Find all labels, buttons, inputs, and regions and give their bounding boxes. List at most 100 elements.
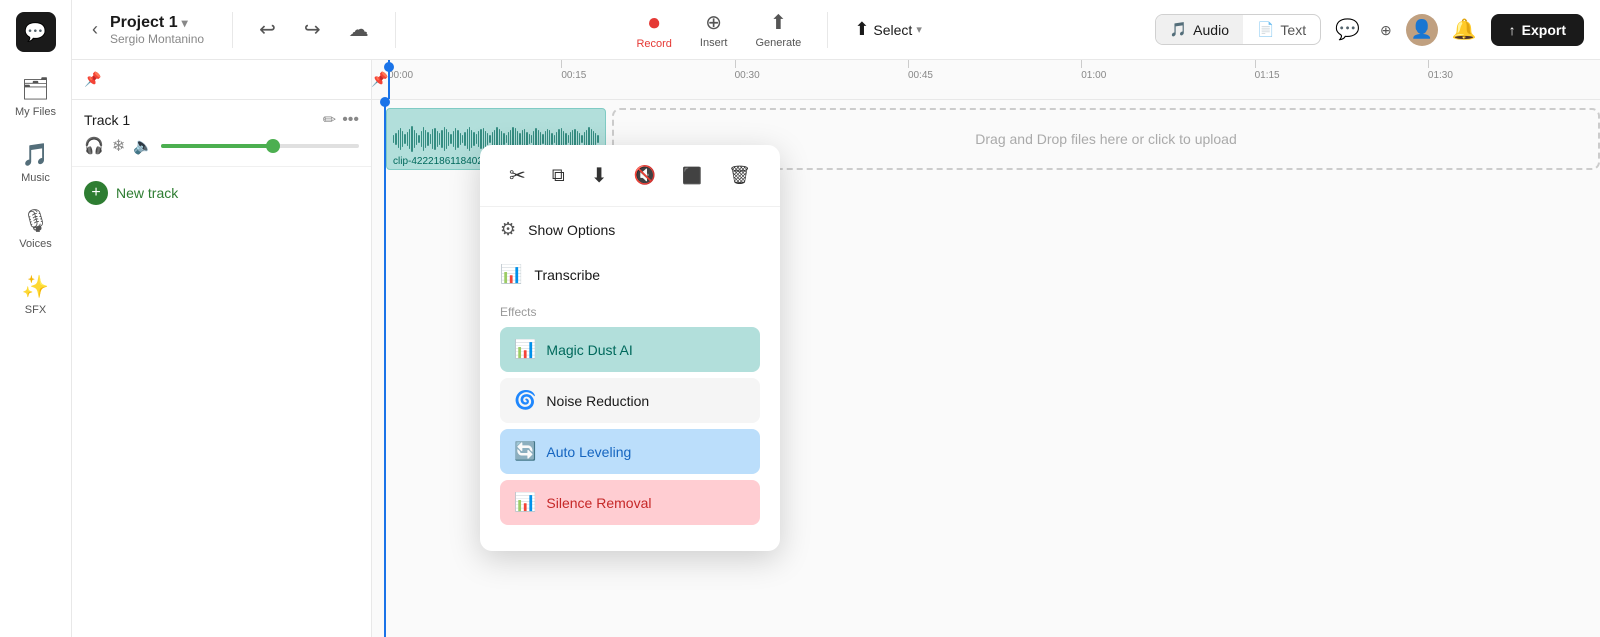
track-more-icon-btn[interactable]: •••	[342, 110, 359, 130]
track-edit-icon-btn[interactable]: ✏	[323, 110, 336, 130]
avatar: 👤	[1406, 14, 1438, 46]
download-button[interactable]: ⬇	[583, 159, 616, 192]
wave-bar	[551, 133, 552, 145]
timeline-container: 📌 Track 1 ✏ ••• 🎧 ❄ 🔈	[72, 60, 1600, 637]
wave-bar	[478, 131, 479, 147]
new-track-button[interactable]: + New track	[72, 167, 371, 219]
insert-button[interactable]: ⊕ Insert	[690, 4, 738, 55]
cloud-button[interactable]: ☁	[339, 11, 379, 48]
wave-bar	[529, 134, 530, 144]
export-button[interactable]: ↑ Export	[1491, 14, 1584, 46]
header: ‹ Project 1 ▾ Sergio Montanino ↩ ↪ ☁	[72, 0, 1600, 60]
timeline-playhead-top	[380, 97, 390, 107]
select-button[interactable]: ⬆ Select ▾	[844, 13, 932, 46]
volume-slider[interactable]	[161, 144, 359, 148]
effects-label: Effects	[500, 301, 760, 319]
generate-button[interactable]: ⬆ Generate	[745, 4, 811, 55]
headphone-icon[interactable]: 🎧	[84, 136, 104, 156]
wave-bar	[568, 135, 569, 143]
ruler-mark-3: 00:45	[908, 60, 933, 81]
export-label: Export	[1522, 22, 1566, 38]
copy-button[interactable]: ⧉	[544, 161, 573, 190]
audio-toggle-btn[interactable]: 🎵 Audio	[1156, 15, 1243, 44]
wave-bar	[453, 131, 454, 147]
wave-bar	[480, 129, 481, 149]
wave-bar	[416, 133, 417, 145]
volume-thumb	[266, 139, 280, 153]
auto-leveling-effect[interactable]: 🔄 Auto Leveling	[500, 429, 760, 474]
wave-bar	[471, 130, 472, 148]
wave-bar	[581, 135, 582, 143]
track-icons: ✏ •••	[323, 110, 359, 130]
generate-label: Generate	[755, 37, 801, 49]
magic-dust-ai-effect[interactable]: 📊 Magic Dust AI	[500, 327, 760, 372]
noise-reduction-effect[interactable]: 🌀 Noise Reduction	[500, 378, 760, 423]
wave-bar	[508, 132, 509, 146]
wave-bar	[570, 132, 571, 146]
silence-removal-effect[interactable]: 📊 Silence Removal	[500, 480, 760, 525]
ruler-mark-5: 01:15	[1255, 60, 1280, 81]
chat-icon: 💬	[1335, 19, 1360, 41]
add-button[interactable]: ⊕	[1374, 12, 1398, 47]
wave-bar	[462, 135, 463, 143]
music-icon: 🎵	[22, 142, 49, 168]
wave-bar	[519, 133, 520, 145]
notification-button[interactable]: 🔔	[1446, 11, 1483, 48]
sidebar-item-myfiles[interactable]: 🗂 My Files	[6, 68, 66, 126]
sidebar-item-sfx[interactable]: ✨ SFX	[6, 266, 66, 324]
sidebar-item-music[interactable]: 🎵 Music	[6, 134, 66, 192]
wave-bar	[473, 132, 474, 146]
undo-button[interactable]: ↩	[249, 11, 286, 48]
speaker-icon[interactable]: 🔈	[133, 136, 153, 156]
track-header: 📌	[72, 60, 371, 100]
project-owner: Sergio Montanino	[110, 32, 204, 46]
back-button[interactable]: ‹	[88, 15, 102, 44]
text-toggle-btn[interactable]: 📄 Text	[1243, 15, 1320, 44]
track-name: Track 1	[84, 112, 130, 128]
text-toggle-label: Text	[1280, 22, 1306, 38]
wave-bar	[448, 132, 449, 146]
record-icon: ⏺	[649, 10, 660, 36]
snowflake-icon[interactable]: ❄	[112, 136, 125, 156]
audio-text-toggle: 🎵 Audio 📄 Text	[1155, 14, 1321, 45]
context-menu: ✂ ⧉ ⬇ 🔇 ⬛ 🗑 ⚙ Show Options 📊 Transcribe …	[480, 145, 780, 551]
record-button[interactable]: ⏺ Record	[626, 4, 681, 56]
new-track-plus-icon: +	[84, 181, 108, 205]
record-label: Record	[636, 38, 671, 50]
show-options-icon: ⚙	[500, 219, 516, 240]
delete-button[interactable]: 🗑	[720, 161, 759, 190]
cut-button[interactable]: ✂	[501, 159, 534, 192]
wave-bar	[421, 131, 422, 147]
redo-button[interactable]: ↪	[294, 11, 331, 48]
auto-leveling-label: Auto Leveling	[546, 444, 631, 460]
insert-label: Insert	[700, 37, 728, 49]
main-area: ‹ Project 1 ▾ Sergio Montanino ↩ ↪ ☁	[72, 0, 1600, 637]
wave-bar	[579, 133, 580, 145]
wave-bar	[425, 130, 426, 148]
sidebar-item-voices[interactable]: 🎙 Voices	[6, 200, 66, 258]
wave-bar	[400, 128, 401, 150]
chat-button[interactable]: 💬	[1329, 11, 1366, 48]
track-sidebar: 📌 Track 1 ✏ ••• 🎧 ❄ 🔈	[72, 60, 372, 637]
project-info: Project 1 ▾ Sergio Montanino	[110, 14, 204, 46]
wave-bar	[414, 130, 415, 148]
app: 💬 🗂 My Files 🎵 Music 🎙 Voices ✨ SFX ‹	[0, 0, 1600, 637]
show-options-menu-item[interactable]: ⚙ Show Options	[480, 207, 780, 252]
context-menu-toolbar: ✂ ⧉ ⬇ 🔇 ⬛ 🗑	[480, 145, 780, 207]
app-logo: 💬	[16, 12, 56, 52]
transcribe-label: Transcribe	[534, 267, 600, 283]
ruler-mark-6: 01:30	[1428, 60, 1453, 81]
undo-icon: ↩	[259, 17, 276, 42]
playhead-container	[388, 60, 390, 99]
wave-bar	[476, 134, 477, 144]
wave-bar	[540, 132, 541, 146]
wave-bar	[460, 133, 461, 145]
generate-icon: ⬆	[770, 10, 787, 35]
mute-button[interactable]: 🔇	[626, 161, 664, 190]
effects-section: Effects 📊 Magic Dust AI 🌀 Noise Reductio…	[480, 297, 780, 539]
divider-1	[232, 12, 233, 48]
transcribe-menu-item[interactable]: 📊 Transcribe	[480, 252, 780, 297]
wave-bar	[531, 135, 532, 143]
duplicate-button[interactable]: ⬛	[674, 162, 710, 190]
wave-bar	[503, 133, 504, 145]
